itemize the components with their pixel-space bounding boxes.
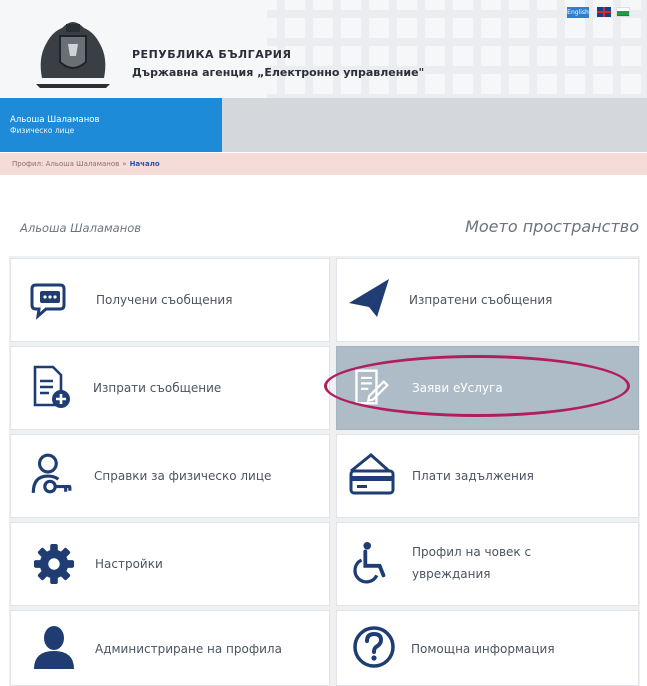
tile-disability-profile[interactable]: Профил на човек с увреждания: [336, 522, 639, 606]
breadcrumb-current: Начало: [129, 160, 160, 168]
coat-of-arms-logo: [36, 22, 110, 88]
breadcrumb-separator: »: [122, 160, 127, 168]
user-bar: Альоша Шаламанов Физическо лице: [0, 98, 647, 152]
tile-label: Изпратени съобщения: [409, 293, 553, 307]
tile-label: Помощна информация: [411, 642, 555, 656]
tile-label-line2: увреждания: [412, 567, 491, 581]
english-language-button[interactable]: English: [567, 7, 589, 18]
paper-plane-icon: [349, 279, 389, 317]
header-pattern: [267, 0, 647, 98]
tile-label: Справки за физическо лице: [94, 469, 272, 483]
tile-label: Заяви еУслуга: [412, 381, 503, 395]
country-title: РЕПУБЛИКА БЪЛГАРИЯ: [132, 48, 292, 61]
tile-label: Изпрати съобщение: [93, 381, 222, 395]
card-payment-icon: [349, 453, 395, 495]
tile-label: Настройки: [95, 557, 163, 571]
tile-label: Администриране на профила: [95, 642, 282, 656]
page-title: Моето пространство: [465, 217, 639, 236]
wheelchair-icon: [353, 541, 386, 584]
breadcrumb-profile-link[interactable]: Профил: Альоша Шаламанов: [12, 160, 119, 168]
tile-profile-administration[interactable]: Администриране на профила: [10, 610, 330, 686]
tile-person-inquiries[interactable]: Справки за физическо лице: [10, 434, 330, 518]
gear-icon: [33, 543, 75, 585]
tile-request-eservice[interactable]: Заяви еУслуга: [336, 346, 639, 430]
breadcrumb: Профил: Альоша Шаламанов» Начало: [0, 153, 647, 175]
tile-received-messages[interactable]: Получени съобщения: [10, 258, 330, 342]
tile-label: Плати задължения: [412, 469, 534, 483]
user-type: Физическо лице: [10, 126, 75, 135]
uk-flag-icon[interactable]: [597, 7, 611, 17]
form-edit-icon: [355, 369, 389, 405]
user-icon: [34, 626, 74, 669]
site-header: РЕПУБЛИКА БЪЛГАРИЯ Държавна агенция „Еле…: [0, 0, 647, 98]
document-add-icon: [33, 365, 70, 408]
message-icon: [30, 283, 66, 320]
tile-send-message[interactable]: Изпрати съобщение: [10, 346, 330, 430]
tile-label-line1: Профил на човек с: [412, 545, 532, 559]
tile-help-information[interactable]: Помощна информация: [336, 610, 639, 686]
language-label: English: [567, 9, 589, 16]
bulgarian-flag-icon[interactable]: [616, 7, 630, 17]
user-name: Альоша Шаламанов: [10, 115, 100, 125]
agency-title: Държавна агенция „Електронно управление": [132, 66, 425, 79]
tile-sent-messages[interactable]: Изпратени съобщения: [336, 258, 639, 342]
person-key-icon: [31, 453, 72, 494]
user-box[interactable]: Альоша Шаламанов Физическо лице: [0, 98, 222, 152]
profile-name: Альоша Шаламанов: [20, 221, 142, 235]
tile-pay-obligations[interactable]: Плати задължения: [336, 434, 639, 518]
help-icon: [353, 626, 395, 668]
tile-settings[interactable]: Настройки: [10, 522, 330, 606]
tile-label: Получени съобщения: [96, 293, 233, 307]
